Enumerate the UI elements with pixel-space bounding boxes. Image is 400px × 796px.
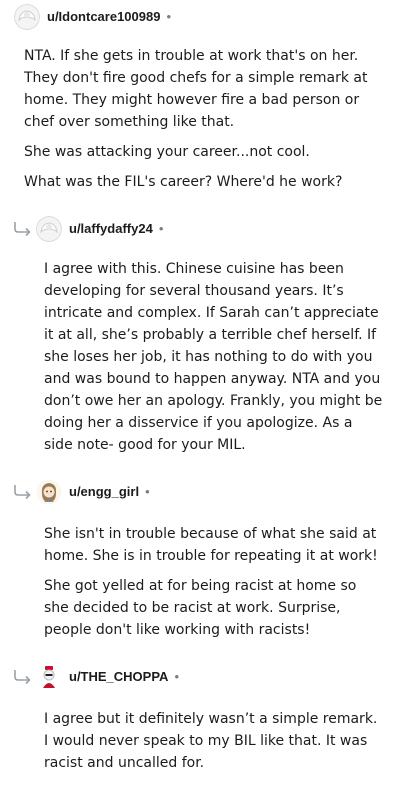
separator-dot: • bbox=[174, 669, 179, 684]
avatar[interactable] bbox=[36, 216, 62, 242]
comment-header: u/engg_girl • bbox=[0, 475, 400, 511]
comment-paragraph: What was the FIL's career? Where'd he wo… bbox=[24, 174, 343, 190]
username[interactable]: u/Idontcare100989 • bbox=[47, 9, 171, 24]
comment: u/engg_girl • She isn't in trouble becaus… bbox=[0, 475, 400, 638]
comment-body: I agree but it definitely wasn’t a simpl… bbox=[44, 708, 384, 782]
comment-paragraph: She was attacking your career...not cool… bbox=[24, 144, 310, 160]
comment-paragraph: She got yelled at for being racist at ho… bbox=[44, 578, 357, 638]
comment-thread: u/Idontcare100989 • NTA. If she gets in t… bbox=[0, 0, 400, 796]
comment-header: u/Idontcare100989 • bbox=[0, 0, 400, 36]
separator-dot: • bbox=[145, 484, 150, 499]
avatar[interactable] bbox=[36, 479, 62, 505]
reply-arrow-icon bbox=[14, 485, 31, 500]
avatar[interactable] bbox=[14, 4, 40, 30]
comment: u/THE_CHOPPA • I agree but it definitely … bbox=[0, 660, 400, 771]
comment-paragraph: I agree but it definitely wasn’t a simpl… bbox=[44, 711, 378, 771]
comment-header: u/THE_CHOPPA • bbox=[0, 660, 400, 696]
comment-body: I agree with this. Chinese cuisine has b… bbox=[44, 258, 384, 464]
comment-paragraph: NTA. If she gets in trouble at work that… bbox=[24, 48, 368, 130]
reply-arrow-icon bbox=[14, 222, 31, 237]
comment-paragraph: She isn't in trouble because of what she… bbox=[44, 526, 378, 564]
comment: u/Idontcare100989 • NTA. If she gets in t… bbox=[0, 0, 400, 190]
comment-header: u/laffydaffy24 • bbox=[0, 212, 400, 248]
comment-body: She isn't in trouble because of what she… bbox=[44, 523, 384, 649]
reply-arrow-icon bbox=[14, 670, 31, 685]
comment-paragraph: I agree with this. Chinese cuisine has b… bbox=[44, 261, 383, 453]
separator-dot: • bbox=[166, 9, 172, 24]
comment: u/laffydaffy24 • I agree with this. Chine… bbox=[0, 212, 400, 453]
separator-dot: • bbox=[158, 221, 164, 236]
username[interactable]: u/THE_CHOPPA • bbox=[69, 669, 179, 684]
username[interactable]: u/engg_girl • bbox=[69, 484, 150, 499]
avatar[interactable] bbox=[36, 664, 62, 690]
comment-body: NTA. If she gets in trouble at work that… bbox=[24, 45, 384, 201]
username[interactable]: u/laffydaffy24 • bbox=[69, 221, 163, 236]
